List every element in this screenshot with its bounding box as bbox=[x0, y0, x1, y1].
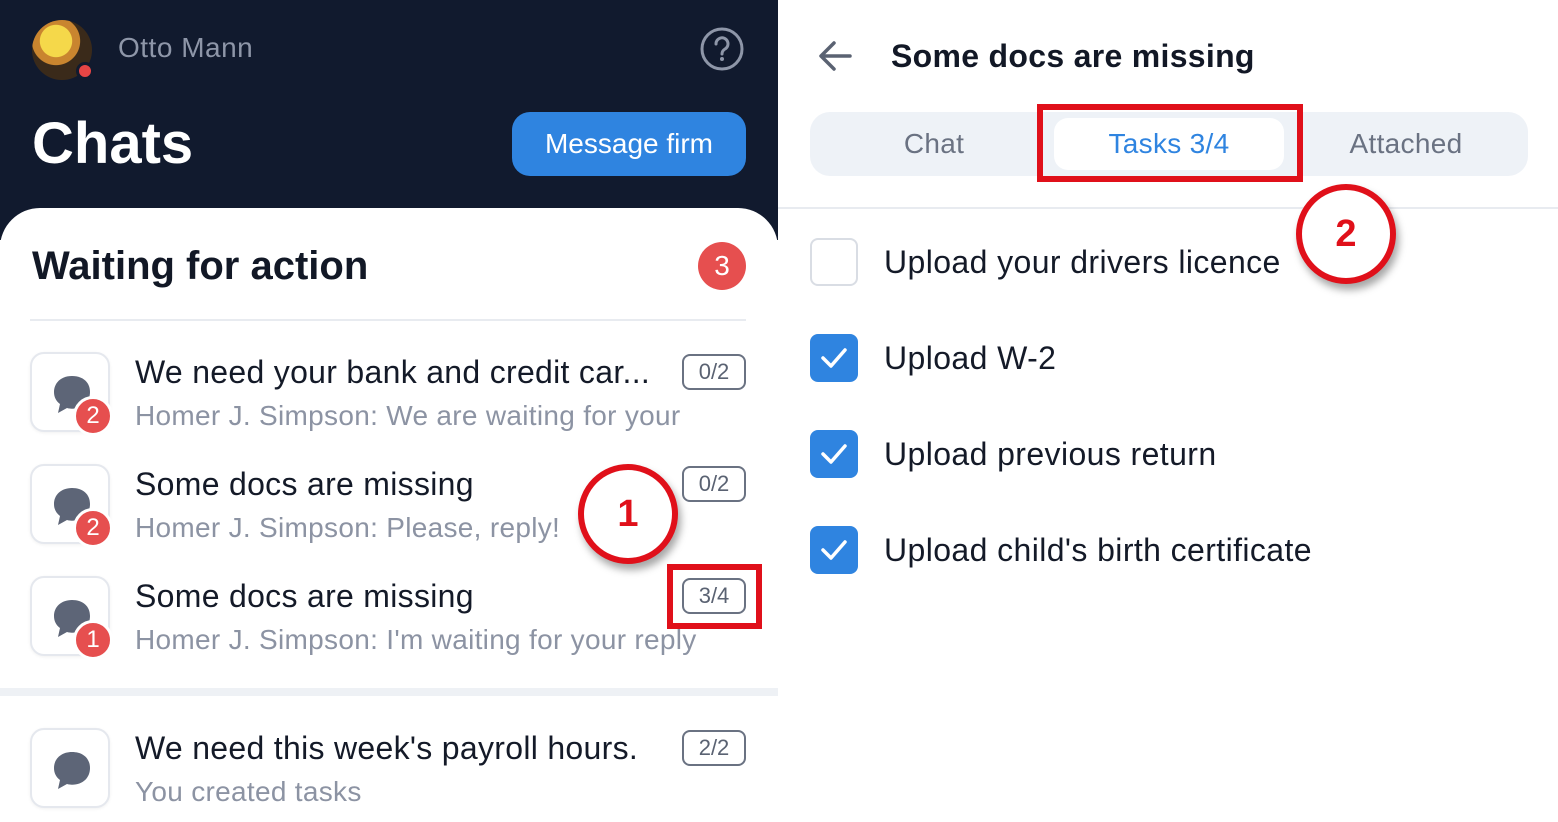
page-title: Chats bbox=[32, 111, 194, 176]
user-name: Otto Mann bbox=[118, 32, 254, 63]
help-circle-icon[interactable] bbox=[699, 26, 745, 72]
detail-title: Some docs are missing bbox=[891, 38, 1255, 74]
callout-marker-1: 1 bbox=[578, 464, 678, 564]
chat-title: We need your bank and credit car... bbox=[135, 354, 651, 390]
checkmark-icon bbox=[821, 348, 847, 368]
task-item[interactable]: Upload previous return bbox=[810, 430, 1510, 480]
highlight-box-tasks-tab bbox=[1037, 104, 1303, 182]
divider bbox=[778, 207, 1558, 209]
task-label: Upload previous return bbox=[884, 436, 1217, 472]
task-item[interactable]: Upload child's birth certificate bbox=[810, 526, 1510, 576]
task-item[interactable]: Upload your drivers licence bbox=[810, 238, 1510, 288]
checkmark-icon bbox=[821, 444, 847, 464]
task-label: Upload W-2 bbox=[884, 340, 1057, 376]
unread-badge: 1 bbox=[73, 620, 113, 660]
chat-bubble-icon bbox=[54, 752, 90, 789]
chat-preview: You created tasks bbox=[135, 776, 362, 807]
tab-attached[interactable]: Attached bbox=[1284, 112, 1528, 176]
chat-row[interactable]: 2 We need your bank and credit car... Ho… bbox=[0, 352, 778, 452]
chat-row[interactable]: 1 Some docs are missing Homer J. Simpson… bbox=[0, 576, 778, 676]
task-progress-pill: 0/2 bbox=[682, 354, 746, 390]
status-dot bbox=[76, 62, 94, 80]
task-progress-pill: 2/2 bbox=[682, 730, 746, 766]
message-firm-button[interactable]: Message firm bbox=[512, 112, 746, 176]
chat-title: Some docs are missing bbox=[135, 578, 474, 614]
callout-marker-2: 2 bbox=[1296, 184, 1396, 284]
task-checkbox[interactable] bbox=[810, 430, 858, 478]
task-label: Upload child's birth certificate bbox=[884, 532, 1312, 568]
chat-title: Some docs are missing bbox=[135, 466, 474, 502]
checkmark-icon bbox=[821, 540, 847, 560]
highlight-box-progress bbox=[667, 564, 762, 629]
task-item[interactable]: Upload W-2 bbox=[810, 334, 1510, 384]
tab-chat[interactable]: Chat bbox=[810, 112, 1058, 176]
task-progress-pill: 0/2 bbox=[682, 466, 746, 502]
task-checkbox[interactable] bbox=[810, 334, 858, 382]
chats-header: Otto Mann Chats Message firm bbox=[0, 0, 778, 240]
chat-preview: Homer J. Simpson: I'm waiting for your r… bbox=[135, 624, 697, 655]
arrow-left-icon[interactable] bbox=[816, 36, 856, 76]
waiting-count-badge: 3 bbox=[698, 242, 746, 290]
task-checkbox[interactable] bbox=[810, 238, 858, 286]
user-avatar[interactable] bbox=[32, 20, 94, 80]
chat-title: We need this week's payroll hours. bbox=[135, 730, 639, 766]
section-separator bbox=[0, 688, 778, 696]
task-label: Upload your drivers licence bbox=[884, 244, 1281, 280]
task-checkbox[interactable] bbox=[810, 526, 858, 574]
unread-badge: 2 bbox=[73, 396, 113, 436]
chat-icon-box bbox=[30, 728, 110, 808]
chat-preview: Homer J. Simpson: We are waiting for you… bbox=[135, 400, 681, 431]
chat-preview: Homer J. Simpson: Please, reply! bbox=[135, 512, 561, 543]
section-title: Waiting for action bbox=[32, 244, 369, 288]
chats-panel: Otto Mann Chats Message firm Waiting for… bbox=[0, 0, 778, 822]
divider bbox=[30, 319, 746, 321]
chat-row[interactable]: We need this week's payroll hours. You c… bbox=[0, 728, 778, 822]
unread-badge: 2 bbox=[73, 508, 113, 548]
